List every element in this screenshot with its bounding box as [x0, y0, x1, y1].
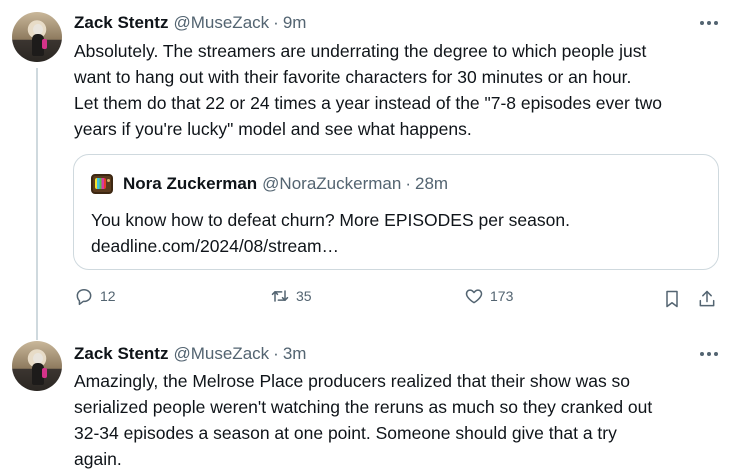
quote-header: Nora Zuckerman @NoraZuckerman · 28m	[91, 174, 448, 194]
avatar[interactable]	[12, 341, 62, 391]
separator-dot: ·	[273, 13, 279, 32]
bookmark-icon	[666, 290, 678, 308]
repost-icon	[271, 290, 289, 302]
tweet[interactable]: Zack Stentz @MuseZack · 9m Absolutely. T…	[0, 0, 738, 340]
separator-dot: ·	[273, 344, 279, 363]
reply-icon	[76, 289, 92, 306]
avatar[interactable]	[12, 12, 62, 62]
author-handle[interactable]: @MuseZack	[173, 344, 269, 364]
more-horizontal-icon[interactable]	[698, 344, 720, 364]
author-name[interactable]: Zack Stentz	[74, 13, 168, 33]
tweet-actions: 12 35 173	[74, 286, 724, 312]
like-button[interactable]: 173	[464, 286, 513, 306]
quote-author-name[interactable]: Nora Zuckerman	[123, 174, 257, 194]
quote-timestamp[interactable]: 28m	[415, 174, 448, 194]
tweet-header: Zack Stentz @MuseZack · 3m	[74, 342, 306, 366]
heart-icon	[465, 289, 483, 304]
separator-dot: ·	[405, 174, 411, 193]
repost-count: 35	[296, 288, 312, 304]
quoted-tweet[interactable]: Nora Zuckerman @NoraZuckerman · 28m You …	[73, 154, 719, 270]
bookmark-button[interactable]	[662, 289, 682, 309]
tv-icon	[91, 174, 113, 194]
more-horizontal-icon[interactable]	[698, 13, 720, 33]
repost-button[interactable]: 35	[270, 286, 312, 306]
tweet[interactable]: Zack Stentz @MuseZack · 3m Amazingly, th…	[0, 330, 738, 474]
reply-button[interactable]: 12	[74, 286, 116, 306]
thread-connector-line	[36, 68, 38, 340]
tweet-text: Amazingly, the Melrose Place producers r…	[74, 371, 653, 469]
author-handle[interactable]: @MuseZack	[173, 13, 269, 33]
share-button[interactable]	[697, 289, 717, 309]
tweet-timestamp[interactable]: 3m	[283, 344, 307, 364]
tweet-header: Zack Stentz @MuseZack · 9m	[74, 11, 306, 35]
tweet-timestamp[interactable]: 9m	[283, 13, 307, 33]
like-count: 173	[490, 288, 514, 304]
author-name[interactable]: Zack Stentz	[74, 344, 168, 364]
share-icon	[699, 290, 715, 307]
quote-text: You know how to defeat churn? More EPISO…	[91, 210, 570, 256]
reply-count: 12	[100, 288, 116, 304]
tweet-text: Absolutely. The streamers are underratin…	[74, 41, 662, 139]
quote-author-handle[interactable]: @NoraZuckerman	[262, 174, 401, 194]
